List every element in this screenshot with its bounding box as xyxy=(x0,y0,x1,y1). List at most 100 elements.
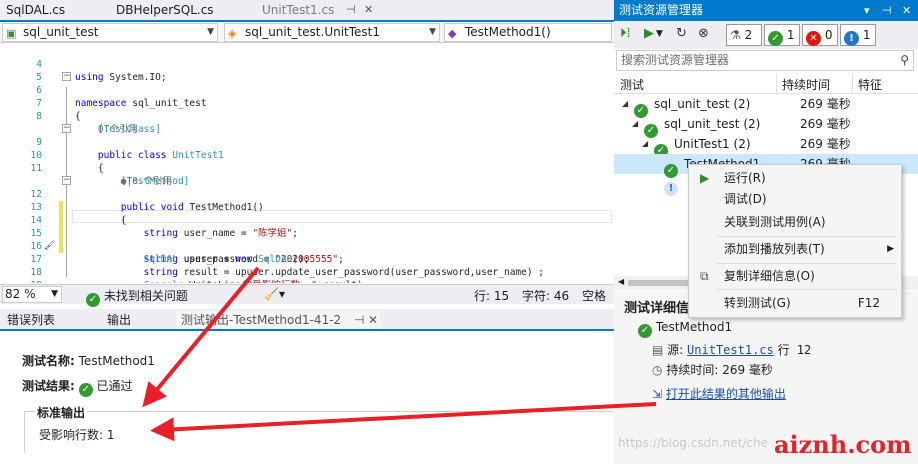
test-result-value: 已通过 xyxy=(96,379,133,393)
open-output-icon: ⇲ xyxy=(652,387,663,401)
run-dropdown-icon[interactable]: ▼ xyxy=(656,29,663,39)
tree-row-namespace[interactable]: ◢ ✓ sql_unit_test (2) 269 毫秒 xyxy=(614,114,918,138)
code-text: Console.WriteLine("受影响行数: "+result); xyxy=(75,279,369,283)
menu-item-copy-details[interactable]: ⧉ 复制详细信息(O) xyxy=(690,266,900,287)
search-icon[interactable]: ⚲ xyxy=(900,51,909,70)
pin-icon[interactable]: ⊣ xyxy=(882,0,892,21)
check-circle-icon: ✓ xyxy=(638,324,652,338)
code-line: 6 namespace sql_unit_test xyxy=(0,71,614,109)
menu-separator xyxy=(717,263,897,264)
menu-separator xyxy=(717,236,897,237)
doc-tab-sqldal[interactable]: SqlDAL.cs xyxy=(0,0,110,20)
member-dropdown[interactable]: ◆ TestMethod1() xyxy=(444,23,612,42)
test-explorer-title: 测试资源管理器 xyxy=(619,3,704,17)
column-test[interactable]: 测试 xyxy=(620,76,644,93)
menu-item-add-to-playlist[interactable]: 添加到播放列表(T) ▶ xyxy=(690,239,900,260)
detail-duration-row: ◷ 持续时间: 269 毫秒 xyxy=(652,361,773,378)
expanded-triangle-icon[interactable]: ◢ xyxy=(632,114,638,134)
failed-tests-filter[interactable]: ✕ 0 xyxy=(802,24,838,46)
close-icon[interactable]: ✕ xyxy=(364,0,373,20)
tree-row-label: sql_unit_test (2) xyxy=(664,117,761,131)
error-circle-icon: ✕ xyxy=(806,31,821,46)
passed-tests-filter[interactable]: ✓ 1 xyxy=(764,24,800,46)
code-cleanup-brush-icon[interactable]: 🧹▾ xyxy=(264,287,285,301)
doc-tab-unittest1[interactable]: UnitTest1.cs ⊣ ✕ xyxy=(256,0,380,20)
column-traits[interactable]: 特征 xyxy=(858,76,882,93)
code-line: 18 Console.WriteLine("受影响行数: "+result); xyxy=(0,253,614,283)
editor-status-bar: 82 % ▼ ✓ 未找到相关问题 🧹▾ 行: 15 字符: 46 空格 xyxy=(0,284,614,307)
expanded-triangle-icon[interactable]: ◢ xyxy=(622,94,628,114)
code-line: 14 string user_name = "陈学姐"; xyxy=(0,201,614,239)
zoom-dropdown[interactable]: 82 % ▼ xyxy=(2,286,62,303)
clock-icon: ◷ xyxy=(652,363,663,377)
close-icon[interactable]: ✕ xyxy=(368,311,378,329)
menu-item-debug[interactable]: 调试(D) xyxy=(690,189,900,210)
csharp-project-icon: ▣ xyxy=(6,27,17,40)
tree-row-project[interactable]: ◢ ✓ sql_unit_test (2) 269 毫秒 xyxy=(614,94,918,118)
tab-output[interactable]: 输出 xyxy=(102,311,136,329)
copy-icon: ⧉ xyxy=(700,269,709,283)
test-explorer-search-input[interactable]: 搜索测试资源管理器 ⚲ xyxy=(616,50,914,71)
detail-source-row: ▤ 源: UnitTest1.cs 行 12 xyxy=(652,341,811,358)
detail-duration-label: 持续时间: xyxy=(666,363,719,377)
open-output-link[interactable]: 打开此结果的其他输出 xyxy=(666,387,786,401)
code-line: 16 SqlDAL upuser = new SqlDAL(); xyxy=(0,227,614,265)
test-name-value: TestMethod1 xyxy=(78,354,155,368)
total-tests-count: 2 xyxy=(744,28,753,42)
tab-test-output[interactable]: 测试输出-TestMethod1-41-2 ⊣ ✕ xyxy=(176,311,380,329)
tree-row-class[interactable]: ◢ ✓ UnitTest1 (2) 269 毫秒 xyxy=(614,134,918,158)
run-icon[interactable]: ▶ xyxy=(644,26,654,41)
tab-error-list[interactable]: 错误列表 xyxy=(2,311,60,329)
cancel-run-icon[interactable]: ⊗ xyxy=(698,26,709,41)
code-line: 12 public void TestMethod1() xyxy=(0,175,614,213)
menu-item-label: 添加到播放列表(T) xyxy=(724,242,825,256)
scroll-left-icon[interactable]: ◀ xyxy=(618,277,624,286)
standard-output-value: 受影响行数: 1 xyxy=(39,428,115,442)
menu-item-shortcut: F12 xyxy=(857,296,880,310)
test-explorer-title-bar: 测试资源管理器 ▾ ⊣ ✕ xyxy=(614,0,918,21)
menu-item-associate-test-case[interactable]: 关联到测试用例(A) xyxy=(690,212,900,233)
expanded-triangle-icon[interactable]: ◢ xyxy=(642,134,648,154)
tree-row-duration: 269 毫秒 xyxy=(800,137,851,151)
standard-output-label: 标准输出 xyxy=(35,404,88,421)
refresh-run-icon[interactable]: ↻ xyxy=(676,26,687,41)
search-placeholder: 搜索测试资源管理器 xyxy=(621,53,730,67)
issues-text: 未找到相关问题 xyxy=(103,289,188,303)
menu-item-label: 复制详细信息(O) xyxy=(724,269,815,283)
code-line: ●|0 个引用 xyxy=(0,162,614,187)
code-line: 11 [TestMethod] xyxy=(0,149,614,187)
code-editor[interactable]: − − − 4 using System.IO; 5 6 namespace s… xyxy=(0,43,614,283)
test-list-header: 测试 持续时间 特征 xyxy=(614,74,918,94)
menu-item-run[interactable]: ▶ 运行(R) xyxy=(690,168,900,189)
pin-icon[interactable]: ⊣ xyxy=(354,311,364,329)
test-name-label: 测试名称: xyxy=(22,354,75,368)
chevron-down-icon: ▼ xyxy=(51,289,58,299)
run-all-icon[interactable]: ⏵⁞ xyxy=(620,26,631,41)
test-result-label: 测试结果: xyxy=(22,379,75,393)
menu-separator xyxy=(717,289,897,290)
pin-icon[interactable]: ⊣ xyxy=(346,0,356,20)
column-divider[interactable] xyxy=(852,74,853,94)
class-icon: ◈ xyxy=(228,27,237,40)
notrun-tests-filter[interactable]: ! 1 xyxy=(840,24,876,46)
doc-tab-dbhelpersql[interactable]: DBHelperSQL.cs xyxy=(110,0,250,20)
method-icon: ◆ xyxy=(448,27,457,40)
detail-source-link[interactable]: UnitTest1.cs xyxy=(687,343,774,357)
column-divider[interactable] xyxy=(776,74,777,94)
menu-item-go-to-test[interactable]: 转到测试(G) F12 xyxy=(690,293,900,314)
whitespace-indicator[interactable]: 空格 xyxy=(582,287,606,304)
doc-tab-label: UnitTest1.cs xyxy=(262,3,335,17)
menu-item-label: 关联到测试用例(A) xyxy=(724,215,826,229)
window-menu-icon[interactable]: ▾ xyxy=(864,0,870,21)
context-menu: ▶ 运行(R) 调试(D) 关联到测试用例(A) 添加到播放列表(T) ▶ ⧉ … xyxy=(688,164,902,318)
close-icon[interactable]: ✕ xyxy=(902,0,911,21)
class-dropdown[interactable]: ◈ sql_unit_test.UnitTest1 ▼ xyxy=(224,23,440,42)
test-output-pane: 测试名称: TestMethod1 测试结果: ✓ 已通过 标准输出 受影响行数… xyxy=(0,331,624,464)
total-tests-filter[interactable]: ⚗ 2 xyxy=(726,24,762,46)
failed-tests-count: 0 xyxy=(824,28,833,42)
column-duration[interactable]: 持续时间 xyxy=(782,76,830,93)
project-dropdown[interactable]: ▣ sql_unit_test ▼ xyxy=(2,23,218,42)
watermark-logo: aiznh.com xyxy=(774,430,912,459)
scroll-thumb[interactable] xyxy=(628,280,688,286)
issues-indicator[interactable]: ✓ 未找到相关问题 xyxy=(86,287,188,307)
